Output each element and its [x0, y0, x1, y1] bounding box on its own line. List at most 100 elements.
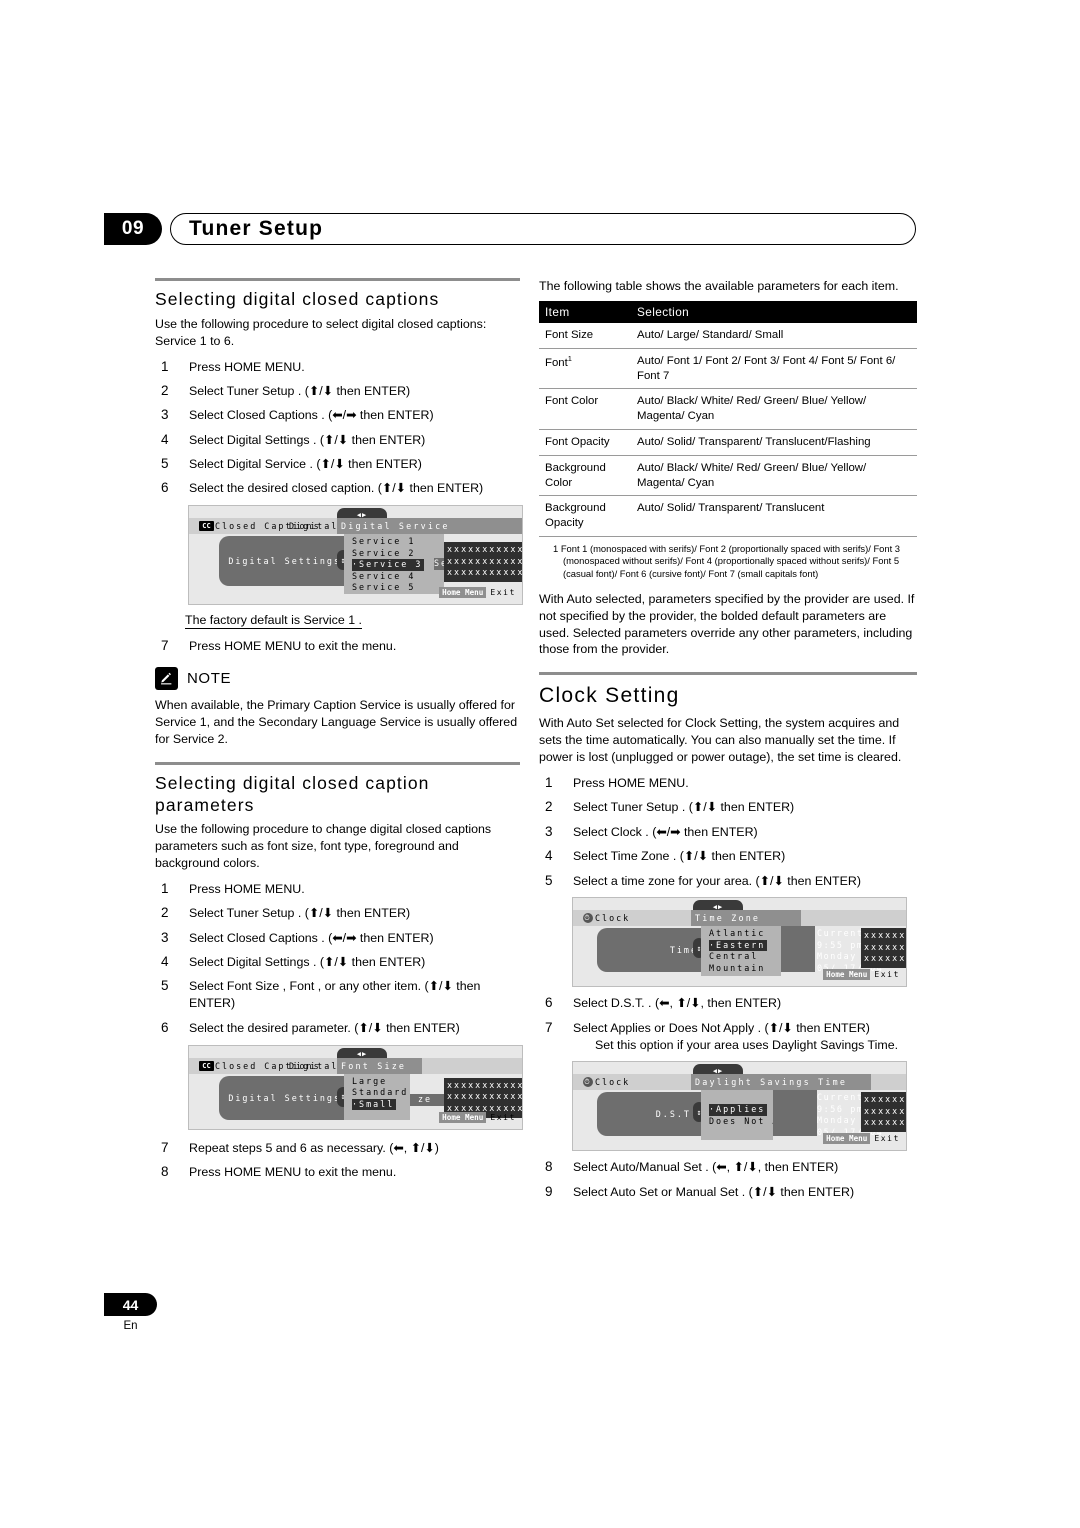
- auto-paragraph: With Auto selected, parameters specified…: [539, 591, 915, 657]
- osd-placeholder-row: xxxxxxxxxxx: [447, 544, 523, 555]
- note-header: NOTE: [155, 667, 520, 691]
- osd-menu-list[interactable]: Atlantic ·Eastern Central Mountain: [701, 926, 781, 977]
- step-text: Press HOME MENU.: [189, 882, 305, 897]
- osd-left-panel: Digital Settings: [219, 536, 344, 587]
- section1-intro: Use the following procedure to select di…: [155, 316, 487, 348]
- list-item[interactable]: Service 2: [352, 548, 444, 560]
- osd-right-panel: xxxxxxxxxxx xxxxxxxxxxx xxxxxxxxxxx: [861, 928, 906, 969]
- osd-placeholder-row: xxxxxxxxxxx: [864, 1094, 907, 1105]
- exit-label[interactable]: Exit: [490, 588, 516, 597]
- step-text: Select Applies or Does Not Apply . (⬆/⬇ …: [573, 1020, 870, 1035]
- list-item[interactable]: Large: [352, 1076, 410, 1088]
- step-number: 1: [545, 775, 553, 791]
- home-menu-button[interactable]: Home Menu: [823, 969, 871, 981]
- step-text: Press HOME MENU to exit the menu.: [189, 1164, 397, 1179]
- chapter-title-pill: Tuner Setup: [170, 213, 916, 245]
- osd-screenshot-digital-service: ◀▶ CC Closed Captions Digital Digital Se…: [188, 505, 523, 606]
- list-item: 6 Select the desired closed caption. (⬆/⬇…: [155, 480, 520, 497]
- list-item-selected[interactable]: ·Applies: [709, 1104, 773, 1116]
- step-text: Press HOME MENU.: [189, 359, 305, 374]
- osd-mid-label: ze: [418, 1093, 433, 1104]
- exit-label[interactable]: Exit: [874, 970, 900, 979]
- step-text: Select Font Size , Font , or any other i…: [189, 979, 481, 1011]
- osd-placeholder-row: xxxxxxxxxxx: [864, 1105, 907, 1116]
- home-menu-button[interactable]: Home Menu: [439, 1111, 487, 1123]
- cell-item: Background Opacity: [539, 495, 631, 538]
- section2-steps: 1 Press HOME MENU. 2 Select Tuner Setup . …: [155, 881, 520, 1037]
- list-item[interactable]: Does Not Apply: [709, 1116, 806, 1128]
- list-item[interactable]: Atlantic: [709, 928, 781, 940]
- table-footnote: 1 Font 1 (monospaced with serifs)/ Font …: [553, 543, 901, 579]
- list-item: 1 Press HOME MENU.: [155, 359, 520, 376]
- list-item[interactable]: Service 1: [352, 536, 444, 548]
- home-menu-button[interactable]: Home Menu: [439, 587, 487, 599]
- section2-steps-after: 7 Repeat steps 5 and 6 as necessary. (⬅, …: [155, 1140, 520, 1181]
- cell-item: Font Color: [539, 388, 631, 430]
- step-text: Select Tuner Setup . (⬆/⬇ then ENTER): [189, 906, 411, 921]
- step-number: 1: [161, 881, 169, 897]
- cc-icon: CC: [199, 521, 214, 532]
- step-number: 2: [161, 382, 169, 398]
- osd-tab-title: Daylight Savings Time: [691, 1074, 871, 1091]
- list-item: 3 Select Closed Captions . (⬅/➡ then ENTE…: [155, 930, 520, 947]
- step-number: 3: [545, 823, 553, 839]
- exit-label[interactable]: Exit: [874, 1134, 900, 1143]
- osd-mid-panel: [781, 926, 815, 973]
- osd-menu-list[interactable]: Service 1 Service 2 ·Service 3 Service 4…: [344, 534, 444, 595]
- list-item[interactable]: Standard: [352, 1087, 410, 1099]
- step-number: 8: [161, 1163, 169, 1179]
- list-item-selected[interactable]: ·Small: [352, 1098, 410, 1111]
- list-item-selected[interactable]: ·Service 3: [352, 559, 444, 571]
- cell-selection: Auto/ Solid/ Transparent/ Translucent/Fl…: [631, 429, 917, 456]
- cell-selection: Auto/ Font 1/ Font 2/ Font 3/ Font 4/ Fo…: [631, 348, 917, 390]
- column-header-item: Item: [539, 300, 631, 323]
- step-number: 4: [161, 431, 169, 447]
- list-item[interactable]: Central: [709, 951, 781, 963]
- step-text: Select Time Zone . (⬆/⬇ then ENTER): [573, 849, 786, 864]
- list-item[interactable]: Service 4: [352, 571, 444, 583]
- step-text: Select Digital Service . (⬆/⬇ then ENTER…: [189, 457, 422, 472]
- osd-left-label: Digital Settings: [228, 556, 341, 567]
- footnote-marker: 1: [567, 353, 572, 363]
- exit-label[interactable]: Exit: [490, 1113, 516, 1122]
- cc-icon: CC: [199, 1060, 214, 1071]
- step-number: 6: [161, 1019, 169, 1035]
- list-item: 3 Select Closed Captions . (⬅/➡ then ENTE…: [155, 407, 520, 424]
- osd-crumb-digital: Digital: [289, 521, 339, 532]
- osd-screenshot-font-size: ◀▶ CC Closed Captions Digital Font Size …: [188, 1044, 523, 1130]
- list-item-selected[interactable]: ·Eastern: [709, 939, 781, 952]
- chapter-number-badge: 09: [104, 213, 162, 245]
- list-item: 2 Select Tuner Setup . (⬆/⬇ then ENTER): [539, 799, 917, 816]
- home-menu-button[interactable]: Home Menu: [823, 1133, 871, 1145]
- list-item: 2 Select Tuner Setup . (⬆/⬇ then ENTER): [155, 383, 520, 400]
- osd-placeholder-row: xxxxxxxxxxx: [447, 567, 523, 578]
- parameters-table: Item Selection Font Size Auto/ Large/ St…: [539, 300, 917, 538]
- osd-placeholder-row: xxxxxxxxxxx: [447, 1091, 523, 1102]
- column-header-selection: Selection: [631, 300, 917, 323]
- osd-placeholder-row: xxxxxxxxxxx: [864, 1117, 907, 1128]
- list-item: 7 Repeat steps 5 and 6 as necessary. (⬅, …: [155, 1140, 520, 1157]
- step-text: Select Digital Settings . (⬆/⬇ then ENTE…: [189, 955, 426, 970]
- step-text: Select Digital Settings . (⬆/⬇ then ENTE…: [189, 432, 426, 447]
- note-block: NOTE When available, the Primary Caption…: [155, 667, 520, 748]
- osd-menu-list[interactable]: ·Applies Does Not Apply: [701, 1090, 806, 1141]
- list-item: 6 Select D.S.T. . (⬅, ⬆/⬇, then ENTER): [539, 995, 917, 1012]
- osd-screenshot-time-zone: ◀▶ ⏱ Clock Time Zone Time ↕ Atlantic ·Ea…: [572, 897, 907, 988]
- step-text: Select the desired parameter. (⬆/⬇ then …: [189, 1020, 460, 1035]
- osd-left-panel: D.S.T.: [597, 1092, 701, 1137]
- note-label: NOTE: [187, 670, 232, 688]
- step-text: Press HOME MENU.: [573, 776, 689, 791]
- section2-intro: Use the following procedure to change di…: [155, 822, 492, 871]
- list-item[interactable]: Mountain: [709, 963, 781, 975]
- osd-menu-list[interactable]: Large Standard ·Small: [344, 1073, 410, 1120]
- list-item: 7 Select Applies or Does Not Apply . (⬆/⬇…: [539, 1020, 917, 1054]
- osd-left-label: Digital Settings: [228, 1092, 341, 1103]
- list-item[interactable]: Service 5: [352, 582, 444, 594]
- osd-mid-panel: [773, 1090, 817, 1137]
- osd-crumb-digital: Digital: [289, 1060, 339, 1071]
- step-text: Select Closed Captions . (⬅/➡ then ENTER…: [189, 930, 434, 945]
- step-number: 8: [545, 1159, 553, 1175]
- cell-selection: Auto/ Large/ Standard/ Small: [631, 322, 917, 349]
- step-text: Select the desired closed caption. (⬆/⬇ …: [189, 481, 484, 496]
- list-item: 2 Select Tuner Setup . (⬆/⬇ then ENTER): [155, 905, 520, 922]
